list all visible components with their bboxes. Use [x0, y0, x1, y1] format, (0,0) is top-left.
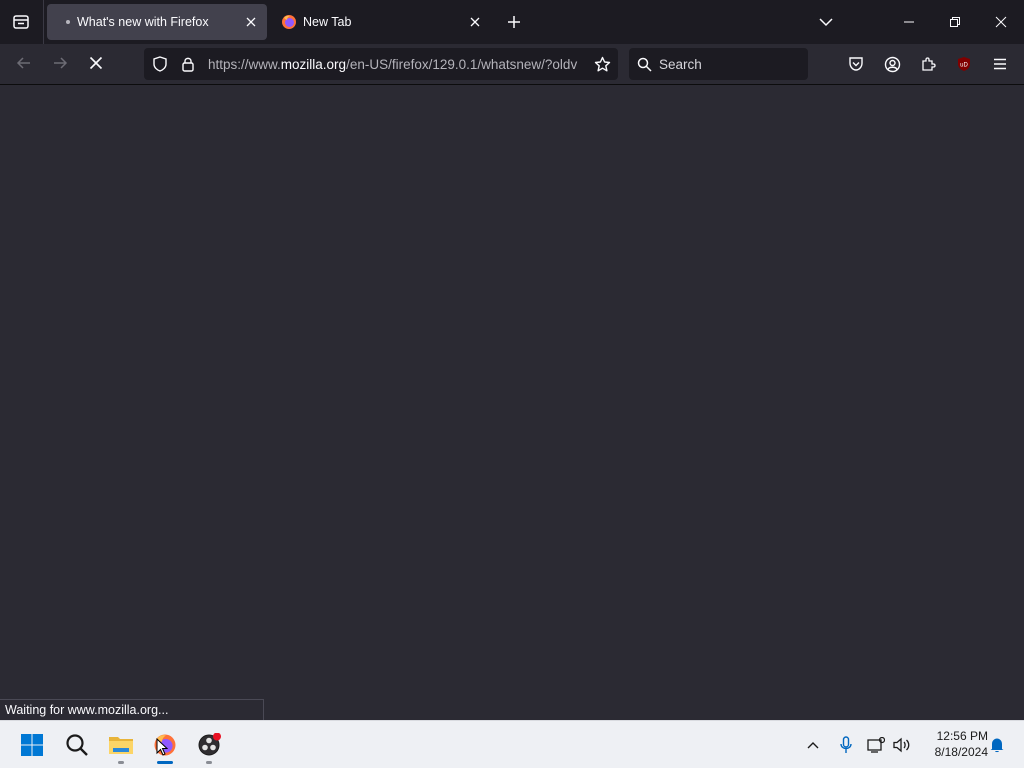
search-placeholder: Search: [659, 56, 702, 72]
mouse-cursor-icon: [156, 738, 168, 756]
tabstrip-separator: [43, 0, 44, 44]
tab-whats-new[interactable]: What's new with Firefox: [47, 4, 267, 40]
pocket-icon: [849, 57, 863, 71]
microphone-icon: [840, 736, 852, 753]
start-button[interactable]: [12, 725, 52, 765]
url-path: /en-US/firefox/129.0.1/whatsnew/?oldv: [346, 56, 578, 72]
puzzle-icon: [922, 57, 936, 71]
minimize-button[interactable]: [886, 0, 932, 44]
list-all-tabs-button[interactable]: [811, 8, 841, 36]
url-prefix: https://www.: [208, 56, 281, 72]
windows-logo-icon: [21, 734, 43, 756]
tab-close-button[interactable]: [463, 10, 487, 34]
search-bar[interactable]: Search: [629, 48, 808, 80]
hamburger-menu-icon: [994, 58, 1006, 70]
page-content-area[interactable]: [0, 86, 1024, 720]
active-indicator: [157, 761, 173, 764]
status-panel: Waiting for www.mozilla.org...: [0, 699, 264, 721]
taskbar-clock[interactable]: 12:56 PM 8/18/2024: [918, 728, 988, 760]
ublock-origin-button[interactable]: uD: [948, 48, 980, 80]
app-menu-button[interactable]: [984, 48, 1016, 80]
close-window-button[interactable]: [978, 0, 1024, 44]
taskbar-obs[interactable]: [189, 725, 229, 765]
url-host: mozilla.org: [280, 56, 347, 72]
stop-icon: [89, 56, 103, 70]
clock-time: 12:56 PM: [936, 729, 988, 743]
account-icon: [884, 56, 900, 72]
ublock-origin-icon: uD: [958, 57, 970, 71]
running-indicator: [118, 761, 124, 764]
bell-icon: [990, 738, 1004, 753]
running-indicator: [206, 761, 212, 764]
firefox-view-icon: [13, 15, 29, 29]
firefox-view-button[interactable]: [2, 4, 40, 40]
firefox-favicon-icon: [282, 15, 296, 29]
account-button[interactable]: [876, 48, 908, 80]
taskbar-file-explorer[interactable]: [101, 725, 141, 765]
navigation-toolbar: https://www.mozilla.org/en-US/firefox/12…: [0, 44, 1024, 85]
show-hidden-icons-button[interactable]: [800, 725, 826, 765]
network-icon: [867, 737, 885, 753]
back-arrow-icon: [16, 57, 30, 69]
close-icon: [246, 17, 256, 27]
restore-icon: [950, 17, 960, 27]
taskbar: 12:56 PM 8/18/2024: [0, 720, 1024, 768]
speaker-icon: [893, 737, 910, 753]
extensions-button[interactable]: [912, 48, 944, 80]
pocket-button[interactable]: [840, 48, 872, 80]
tab-title: What's new with Firefox: [77, 15, 209, 29]
folder-icon: [109, 737, 133, 754]
bookmark-star-button[interactable]: [586, 48, 618, 80]
forward-button[interactable]: [44, 47, 76, 79]
forward-arrow-icon: [54, 57, 68, 69]
tab-strip: What's new with Firefox New Tab: [0, 0, 1024, 44]
tab-close-button[interactable]: [239, 10, 263, 34]
network-tray-button[interactable]: [864, 725, 888, 765]
minimize-icon: [904, 21, 914, 23]
chevron-up-icon: [807, 742, 819, 749]
new-tab-button[interactable]: [500, 8, 528, 36]
lock-icon[interactable]: [174, 48, 202, 80]
taskbar-search-button[interactable]: [57, 725, 97, 765]
star-icon: [594, 56, 610, 71]
close-icon: [995, 16, 1007, 28]
taskbar-firefox[interactable]: [145, 725, 185, 765]
volume-tray-button[interactable]: [890, 725, 914, 765]
back-button[interactable]: [8, 47, 40, 79]
firefox-window: What's new with Firefox New Tab https://…: [0, 0, 1024, 721]
ublock-badge: uD: [960, 63, 968, 69]
tab-title: New Tab: [303, 15, 352, 29]
tracking-protection-shield-icon[interactable]: [146, 48, 174, 80]
plus-icon: [508, 16, 520, 28]
search-icon: [66, 734, 88, 756]
stop-button[interactable]: [80, 47, 112, 79]
tab-new-tab[interactable]: New Tab: [271, 4, 491, 40]
loading-dot-icon: [66, 20, 70, 24]
address-bar[interactable]: https://www.mozilla.org/en-US/firefox/12…: [144, 48, 618, 80]
search-icon: [629, 57, 659, 72]
chevron-down-icon: [819, 18, 833, 27]
notifications-button[interactable]: [986, 725, 1008, 765]
close-icon: [470, 17, 480, 27]
restore-button[interactable]: [932, 0, 978, 44]
microphone-tray-button[interactable]: [834, 725, 858, 765]
url-text[interactable]: https://www.mozilla.org/en-US/firefox/12…: [208, 57, 586, 72]
clock-date: 8/18/2024: [934, 745, 988, 759]
obs-icon: [198, 733, 221, 756]
